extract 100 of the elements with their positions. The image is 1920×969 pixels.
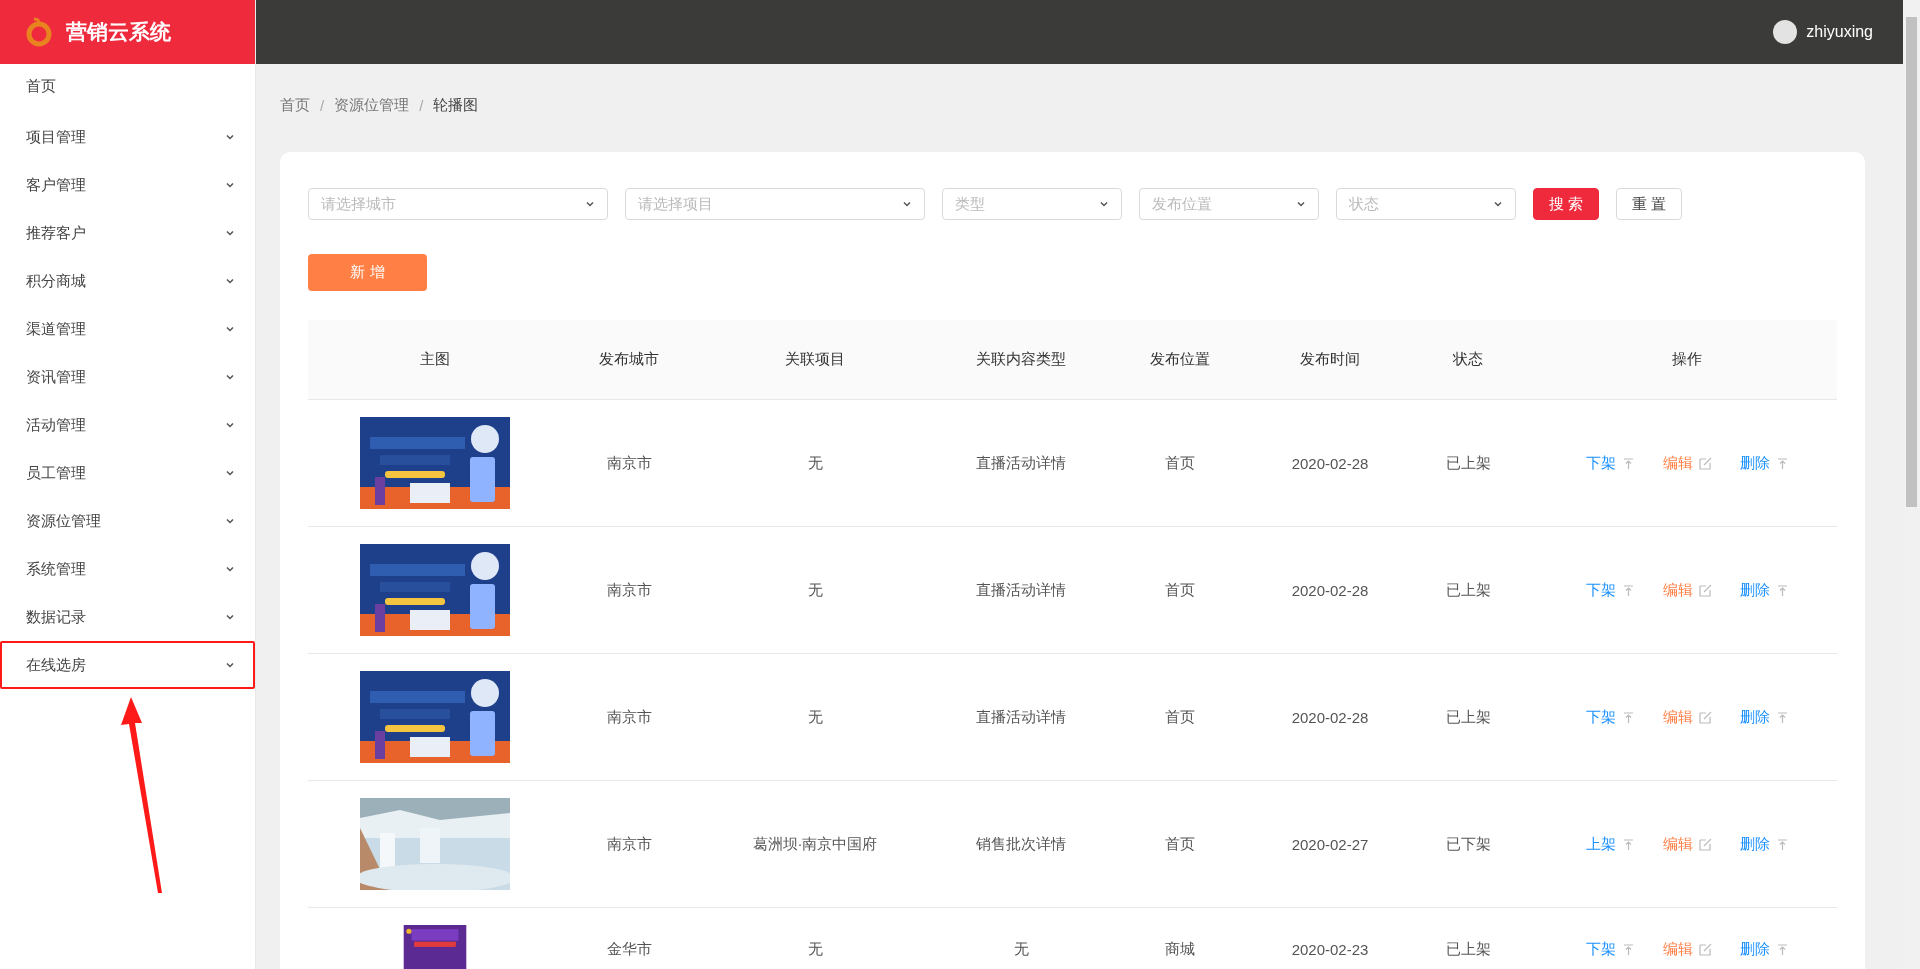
toggle-link[interactable]: 下架 — [1585, 707, 1635, 727]
chevron-down-icon — [902, 199, 912, 209]
chevron-down-icon — [225, 564, 235, 574]
sidebar-item-label: 资源位管理 — [26, 511, 101, 531]
delete-link[interactable]: 删除 — [1739, 707, 1789, 727]
sidebar-item[interactable]: 资讯管理 — [0, 353, 255, 401]
breadcrumb-item[interactable]: 首页 — [280, 96, 310, 115]
table-cell-text: 无 — [806, 707, 824, 727]
table-cell-text: 已上架 — [1444, 580, 1492, 600]
sidebar-item[interactable]: 项目管理 — [0, 113, 255, 161]
sidebar-item[interactable]: 系统管理 — [0, 545, 255, 593]
user-name[interactable]: zhiyuxing — [1806, 23, 1873, 41]
sidebar-item[interactable]: 客户管理 — [0, 161, 255, 209]
column-header: 发布位置 — [1149, 350, 1211, 369]
breadcrumb-separator: / — [320, 97, 325, 114]
chevron-down-icon — [225, 372, 235, 382]
table-cell-text: 已上架 — [1444, 939, 1492, 959]
chevron-down-icon — [1493, 199, 1503, 209]
toggle-link[interactable]: 下架 — [1585, 580, 1635, 600]
chevron-down-icon — [225, 420, 235, 430]
toggle-link[interactable]: 下架 — [1585, 453, 1635, 473]
sidebar-item[interactable]: 活动管理 — [0, 401, 255, 449]
table-cell-text: 金华市 — [605, 939, 653, 959]
edit-icon — [1698, 583, 1712, 597]
sidebar-item-label: 积分商城 — [26, 271, 86, 291]
reset-button[interactable]: 重 置 — [1616, 188, 1683, 220]
table-cell-text: 销售批次详情 — [975, 834, 1067, 854]
table-cell-text: 首页 — [1164, 580, 1196, 600]
chevron-down-icon — [225, 660, 235, 670]
sidebar-item[interactable]: 员工管理 — [0, 449, 255, 497]
column-header: 状态 — [1452, 350, 1484, 369]
edit-link[interactable]: 编辑 — [1662, 580, 1712, 600]
sidebar-item-label: 渠道管理 — [26, 319, 86, 339]
table-cell-text: 无 — [806, 580, 824, 600]
edit-link[interactable]: 编辑 — [1662, 453, 1712, 473]
sidebar-item-label: 资讯管理 — [26, 367, 86, 387]
select-field[interactable]: 请选择城市 — [308, 188, 608, 220]
sidebar-item-label: 系统管理 — [26, 559, 86, 579]
sidebar-item[interactable]: 首页 — [0, 64, 255, 108]
table-cell-text: 南京市 — [605, 453, 653, 473]
edit-icon — [1698, 710, 1712, 724]
table-cell-text: 直播活动详情 — [975, 707, 1067, 727]
table-cell-text: 无 — [806, 453, 824, 473]
sidebar-item[interactable]: 积分商城 — [0, 257, 255, 305]
arrow-up-to-line-icon — [1621, 456, 1635, 470]
chevron-down-icon — [225, 132, 235, 142]
arrow-up-to-line-icon — [1775, 710, 1789, 724]
sidebar-item[interactable]: 在线选房 — [0, 641, 255, 689]
sidebar-item-label: 数据记录 — [26, 607, 86, 627]
table-cell-text: 商城 — [1164, 939, 1196, 959]
table-cell-text: 已下架 — [1444, 834, 1492, 854]
edit-icon — [1698, 456, 1712, 470]
arrow-up-to-line-icon — [1621, 710, 1635, 724]
select-field[interactable]: 类型 — [942, 188, 1122, 220]
breadcrumb-separator: / — [419, 97, 424, 114]
arrow-up-to-line-icon — [1621, 942, 1635, 956]
search-button[interactable]: 搜 索 — [1533, 188, 1600, 220]
delete-link[interactable]: 删除 — [1739, 580, 1789, 600]
table-cell-text: 无 — [1012, 939, 1030, 959]
sidebar-item-label: 首页 — [26, 76, 56, 96]
sidebar-item[interactable]: 资源位管理 — [0, 497, 255, 545]
chevron-down-icon — [225, 276, 235, 286]
table-cell-text: 2020-02-28 — [1290, 708, 1370, 726]
sidebar-item[interactable]: 渠道管理 — [0, 305, 255, 353]
table-cell-text: 首页 — [1164, 834, 1196, 854]
table-cell-text: 已上架 — [1444, 707, 1492, 727]
column-header: 主图 — [419, 350, 451, 369]
table-cell-text: 2020-02-23 — [1290, 940, 1370, 958]
chevron-down-icon — [225, 468, 235, 478]
edit-link[interactable]: 编辑 — [1662, 939, 1712, 959]
table-cell-text: 2020-02-27 — [1290, 835, 1370, 853]
edit-link[interactable]: 编辑 — [1662, 834, 1712, 854]
sidebar-item[interactable]: 数据记录 — [0, 593, 255, 641]
chevron-down-icon — [585, 199, 595, 209]
chevron-down-icon — [225, 324, 235, 334]
toggle-link[interactable]: 上架 — [1585, 834, 1635, 854]
scrollbar[interactable] — [1903, 0, 1920, 969]
select-field[interactable]: 请选择项目 — [625, 188, 925, 220]
table-cell-text: 南京市 — [605, 707, 653, 727]
logo-icon — [26, 17, 52, 47]
chevron-down-icon — [225, 612, 235, 622]
edit-icon — [1698, 942, 1712, 956]
avatar[interactable] — [1773, 20, 1798, 44]
select-field[interactable]: 状态 — [1336, 188, 1516, 220]
table-cell-text: 葛洲坝·南京中国府 — [751, 834, 879, 854]
delete-link[interactable]: 删除 — [1739, 834, 1789, 854]
breadcrumb-item[interactable]: 资源位管理 — [334, 96, 410, 115]
sidebar-item-label: 员工管理 — [26, 463, 86, 483]
sidebar-item-label: 项目管理 — [26, 127, 86, 147]
toggle-link[interactable]: 下架 — [1585, 939, 1635, 959]
table-cell-text: 2020-02-28 — [1290, 581, 1370, 599]
sidebar-item[interactable]: 推荐客户 — [0, 209, 255, 257]
select-field[interactable]: 发布位置 — [1139, 188, 1319, 220]
delete-link[interactable]: 删除 — [1739, 453, 1789, 473]
sidebar-item-label: 客户管理 — [26, 175, 86, 195]
add-button[interactable]: 新 增 — [308, 254, 427, 291]
column-header: 关联内容类型 — [975, 350, 1067, 369]
delete-link[interactable]: 删除 — [1739, 939, 1789, 959]
chevron-down-icon — [225, 180, 235, 190]
edit-link[interactable]: 编辑 — [1662, 707, 1712, 727]
